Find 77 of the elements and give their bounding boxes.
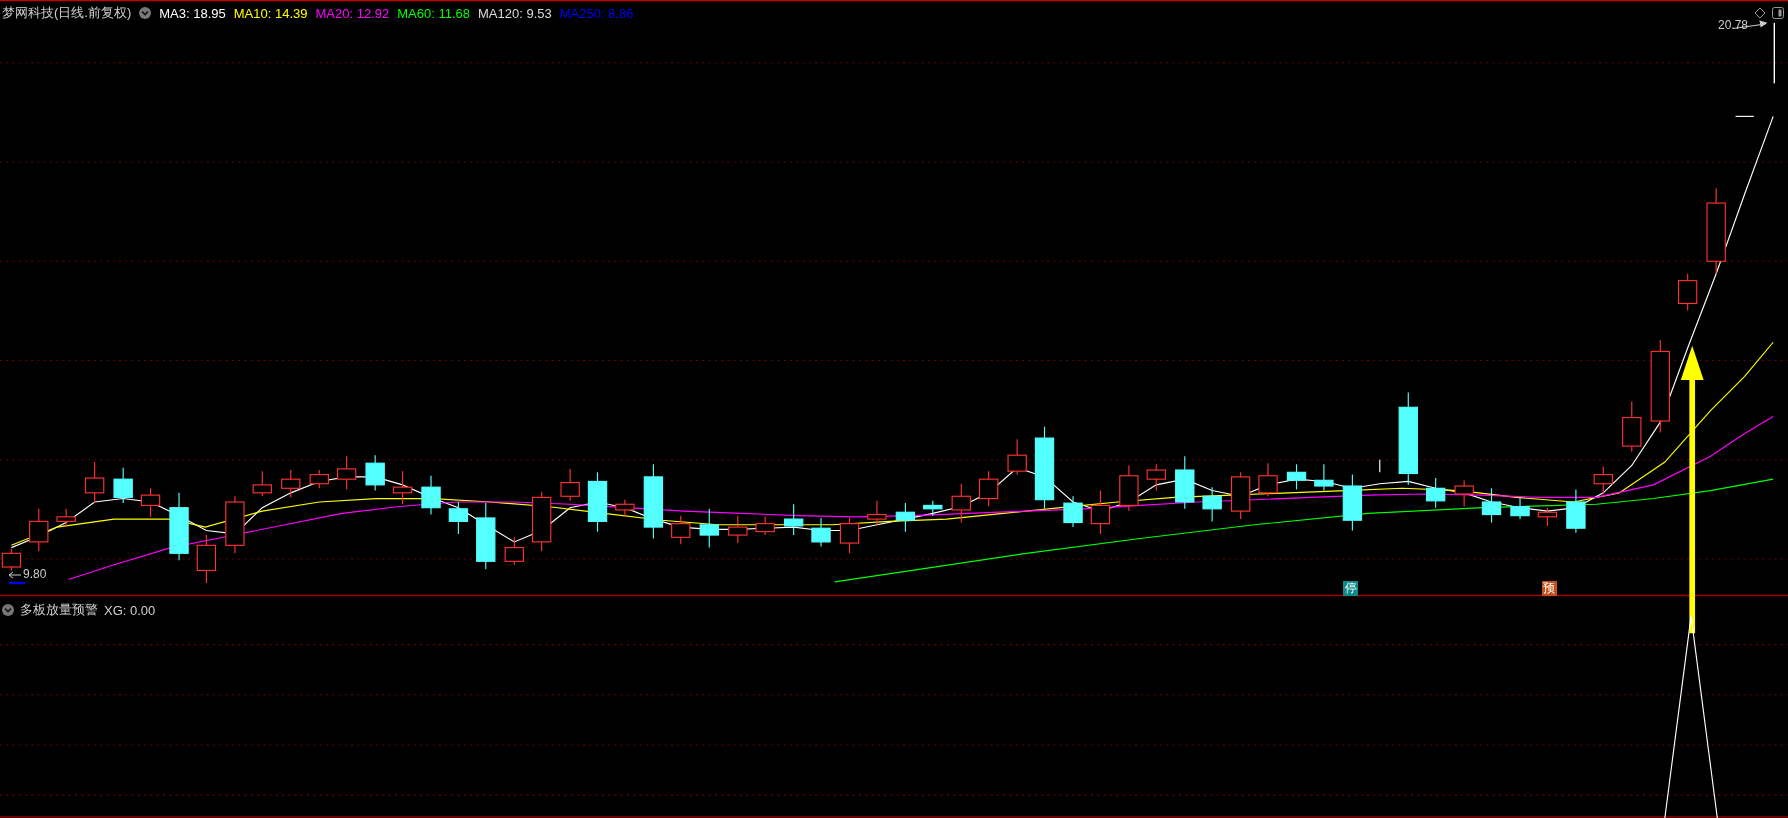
candlestick xyxy=(951,483,971,524)
candlestick xyxy=(1175,455,1195,510)
candlestick xyxy=(699,508,719,549)
indicator-value: XG: 0.00 xyxy=(104,602,156,618)
candlestick xyxy=(365,454,385,492)
candlestick xyxy=(196,534,217,584)
candlestick xyxy=(336,455,357,490)
candlestick xyxy=(252,470,272,497)
candlestick xyxy=(1119,464,1139,512)
indicator-value: MA60: 11.68 xyxy=(397,5,470,21)
candlestick xyxy=(1314,463,1334,492)
candlestick xyxy=(113,467,133,504)
signal-badge: 预 xyxy=(1541,581,1557,596)
candlestick xyxy=(587,471,608,533)
candlestick xyxy=(783,503,804,536)
candlestick xyxy=(169,492,189,561)
candlestick xyxy=(839,517,860,554)
candlestick xyxy=(448,501,469,535)
candlestick xyxy=(225,495,245,554)
indicator-value: MA3: 18.95 xyxy=(159,5,226,21)
candlestick xyxy=(531,491,552,552)
dropdown-icon[interactable] xyxy=(139,7,152,19)
dropdown-icon[interactable] xyxy=(2,604,14,616)
candlestick xyxy=(504,536,524,566)
candlestick xyxy=(281,469,301,498)
candlestick xyxy=(1622,401,1642,453)
price-line xyxy=(1735,115,1755,117)
candlestick xyxy=(1342,474,1363,532)
candlestick xyxy=(476,502,496,570)
candlestick xyxy=(560,468,580,502)
candlestick xyxy=(84,461,105,504)
candlestick xyxy=(895,502,916,533)
indicator-value: MA120: 9.53 xyxy=(478,5,552,21)
indicator-value: MA20: 12.92 xyxy=(315,5,390,21)
indicator-title: 多板放量预警 xyxy=(20,601,98,619)
candlestick xyxy=(1510,496,1530,520)
candlestick xyxy=(29,508,49,552)
candlestick xyxy=(671,515,691,545)
candlestick xyxy=(392,470,413,505)
candlestick xyxy=(978,470,999,508)
candlestick xyxy=(1454,479,1474,508)
diamond-icon[interactable] xyxy=(1754,7,1766,19)
candlestick xyxy=(56,508,76,527)
candlestick xyxy=(728,515,748,544)
candlestick xyxy=(1063,495,1083,528)
leader-line xyxy=(8,571,22,579)
candlestick xyxy=(1537,507,1558,527)
candlestick xyxy=(1146,463,1166,492)
panel-toggle-icon[interactable] xyxy=(1772,7,1784,19)
candlestick xyxy=(1230,471,1251,520)
price-line xyxy=(1773,22,1775,84)
candlestick xyxy=(140,487,161,518)
candlestick xyxy=(811,517,831,548)
candlestick xyxy=(867,500,887,526)
candlestick xyxy=(1379,459,1381,473)
candlestick xyxy=(421,475,441,516)
candlestick xyxy=(1566,488,1586,534)
chart-title: 梦网科技(日线.前复权) xyxy=(2,4,132,22)
marker-line xyxy=(9,581,26,585)
candlestick xyxy=(755,516,775,536)
indicator-value: MA250: 8.86 xyxy=(559,5,634,21)
price-label: 9.80 xyxy=(23,567,47,581)
candlestick xyxy=(1677,273,1698,311)
candlestick xyxy=(1286,463,1307,490)
candlestick xyxy=(615,499,635,517)
candlestick xyxy=(1007,438,1027,476)
indicator-value: MA10: 14.39 xyxy=(233,5,308,21)
candlestick xyxy=(1425,477,1446,509)
signal-badge: 停 xyxy=(1343,581,1359,596)
candlestick xyxy=(1258,462,1278,497)
candlestick xyxy=(923,500,943,517)
candlestick xyxy=(1593,466,1613,495)
candlestick xyxy=(1090,490,1111,535)
price-label: 20.78 xyxy=(1718,18,1749,32)
candlestick xyxy=(1481,487,1502,524)
candlestick xyxy=(1202,486,1222,522)
candlestick xyxy=(309,469,329,489)
